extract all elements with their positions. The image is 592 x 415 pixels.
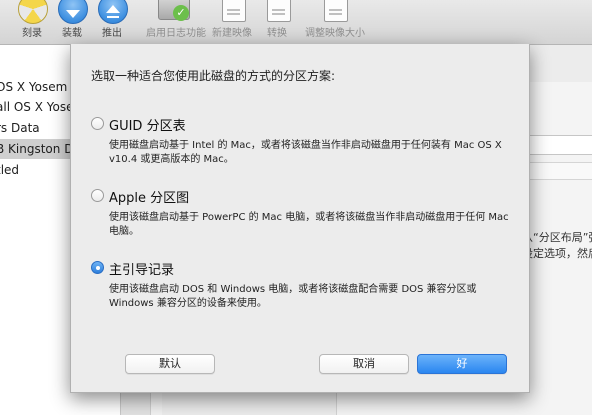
option-description: 使用磁盘启动基于 Intel 的 Mac，或者将该磁盘当作非启动磁盘用于任何装有… [109, 140, 502, 165]
toolbar-label: 新建映像 [212, 28, 252, 39]
dialog-title: 选取一种适合您使用此磁盘的方式的分区方案: [91, 69, 336, 83]
toolbar-label: 推出 [102, 28, 122, 39]
toolbar-label: 装载 [62, 28, 82, 39]
sidebar-item-label: rs Data [0, 121, 40, 135]
option-label[interactable]: Apple 分区图 [109, 187, 189, 206]
option-description: 使用该磁盘启动基于 PowerPC 的 Mac 电脑，或者将该磁盘当作非启动磁盘… [109, 212, 509, 237]
default-button[interactable]: 默认 [125, 354, 215, 374]
radio-apple-partition-map[interactable] [91, 189, 104, 202]
cancel-button[interactable]: 取消 [319, 354, 409, 374]
sidebar-item-label: all OS X Yose [0, 100, 74, 114]
journal-icon: ✓ [158, 0, 190, 21]
option-label[interactable]: 主引导记录 [109, 259, 174, 278]
toolbar-label: 刻录 [22, 28, 42, 39]
detail-text: 从“分区布局”弹 [522, 231, 592, 244]
resize-image-icon [324, 0, 348, 22]
sidebar-item-label: OS X Yosem [0, 80, 68, 94]
ok-button[interactable]: 好 [417, 354, 507, 374]
sidebar-item-label: B Kingston D [0, 142, 74, 156]
eject-icon [98, 0, 128, 24]
toolbar: 刻录 装载 推出 ✓ 启用日志功能 新建映像 转换 调整映像大小 [0, 0, 592, 45]
radio-guid[interactable] [91, 117, 104, 130]
detail-text: 设定选项，然后 [522, 247, 592, 260]
burn-icon [18, 0, 48, 24]
toolbar-label: 调整映像大小 [305, 28, 365, 39]
radio-master-boot-record[interactable] [91, 261, 104, 274]
mount-icon [58, 0, 88, 24]
toolbar-label: 启用日志功能 [146, 28, 206, 39]
option-label[interactable]: GUID 分区表 [109, 115, 186, 134]
convert-icon [267, 0, 291, 22]
new-image-icon [222, 0, 246, 22]
partition-scheme-dialog: 选取一种适合您使用此磁盘的方式的分区方案: GUID 分区表 使用磁盘启动基于 … [70, 44, 530, 393]
option-description: 使用该磁盘启动 DOS 和 Windows 电脑，或者将该磁盘配合需要 DOS … [109, 284, 477, 309]
sidebar-item-label: tled [0, 163, 20, 177]
toolbar-label: 转换 [267, 28, 287, 39]
